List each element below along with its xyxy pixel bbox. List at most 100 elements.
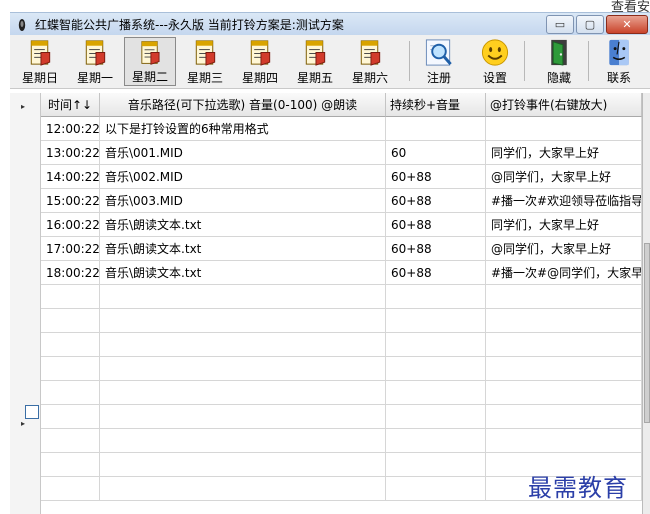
- empty-cell[interactable]: [386, 477, 486, 501]
- schedule-day-icon: [85, 40, 106, 66]
- settings-button[interactable]: 设置: [474, 37, 516, 86]
- table-cell[interactable]: 60+88: [386, 237, 486, 261]
- empty-cell[interactable]: [486, 357, 642, 381]
- exit-door-icon: [551, 39, 567, 66]
- empty-cell[interactable]: [100, 429, 386, 453]
- scrollbar-thumb[interactable]: [644, 243, 650, 423]
- table-cell[interactable]: [386, 117, 486, 141]
- row-pointer-icon: ▸: [21, 419, 26, 428]
- empty-cell[interactable]: [41, 453, 100, 477]
- empty-cell[interactable]: [41, 405, 100, 429]
- table-cell[interactable]: 音乐\朗读文本.txt: [100, 261, 386, 285]
- table-cell[interactable]: #播一次#欢迎领导莅临指导: [486, 189, 642, 213]
- empty-cell[interactable]: [100, 477, 386, 501]
- table-cell[interactable]: 12:00:22: [41, 117, 100, 141]
- empty-cell[interactable]: [100, 309, 386, 333]
- empty-cell[interactable]: [100, 357, 386, 381]
- table-cell[interactable]: 60: [386, 141, 486, 165]
- empty-cell[interactable]: [100, 333, 386, 357]
- table-cell[interactable]: 14:00:22: [41, 165, 100, 189]
- table-cell[interactable]: 15:00:22: [41, 189, 100, 213]
- table-cell[interactable]: 16:00:22: [41, 213, 100, 237]
- empty-cell[interactable]: [41, 357, 100, 381]
- table-cell[interactable]: 同学们，大家早上好: [486, 213, 642, 237]
- table-cell[interactable]: @同学们，大家早上好: [486, 237, 642, 261]
- smiley-settings-icon: [481, 39, 509, 66]
- table-cell[interactable]: 60+88: [386, 189, 486, 213]
- empty-cell[interactable]: [41, 285, 100, 309]
- table-cell[interactable]: 同学们，大家早上好: [486, 141, 642, 165]
- column-header[interactable]: 持续秒+音量: [386, 93, 486, 117]
- table-cell[interactable]: 60+88: [386, 213, 486, 237]
- empty-cell[interactable]: [41, 429, 100, 453]
- empty-cell[interactable]: [486, 381, 642, 405]
- day-label: 星期三: [186, 71, 223, 85]
- column-header[interactable]: 时间↑↓: [41, 93, 100, 117]
- table-cell[interactable]: @同学们，大家早上好: [486, 165, 642, 189]
- empty-cell[interactable]: [386, 333, 486, 357]
- settings-label: 设置: [482, 71, 507, 85]
- table-cell[interactable]: 音乐\朗读文本.txt: [100, 237, 386, 261]
- empty-cell[interactable]: [386, 285, 486, 309]
- empty-cell[interactable]: [386, 357, 486, 381]
- column-header[interactable]: 音乐路径(可下拉选歌) 音量(0-100) @朗读: [100, 93, 386, 117]
- empty-cell[interactable]: [486, 285, 642, 309]
- empty-cell[interactable]: [41, 381, 100, 405]
- empty-cell[interactable]: [386, 405, 486, 429]
- empty-cell[interactable]: [386, 429, 486, 453]
- toolbar-separator: [524, 41, 525, 81]
- empty-cell[interactable]: [100, 285, 386, 309]
- empty-cell[interactable]: [41, 477, 100, 501]
- hide-button[interactable]: 隐藏: [538, 37, 580, 86]
- day-button-0[interactable]: 星期日: [14, 37, 66, 86]
- hide-label: 隐藏: [546, 71, 571, 85]
- table-cell[interactable]: 音乐\003.MID: [100, 189, 386, 213]
- day-button-4[interactable]: 星期四: [234, 37, 286, 86]
- table-cell[interactable]: 以下是打铃设置的6种常用格式: [100, 117, 386, 141]
- empty-cell[interactable]: [386, 453, 486, 477]
- magnifier-register-icon: [425, 39, 452, 66]
- maximize-button[interactable]: ▢: [576, 15, 604, 34]
- empty-cell[interactable]: [100, 381, 386, 405]
- empty-cell[interactable]: [100, 453, 386, 477]
- toolbar-separator: [409, 41, 410, 81]
- schedule-day-icon: [195, 40, 216, 66]
- close-button[interactable]: ✕: [606, 15, 648, 34]
- app-icon: [18, 18, 26, 31]
- contact-button[interactable]: 联系: [598, 37, 640, 86]
- schedule-day-icon: [360, 40, 381, 66]
- table-cell[interactable]: 音乐\001.MID: [100, 141, 386, 165]
- empty-cell[interactable]: [41, 309, 100, 333]
- empty-cell[interactable]: [486, 333, 642, 357]
- empty-cell[interactable]: [100, 405, 386, 429]
- row-pointer-icon: ▸: [21, 102, 26, 111]
- table-cell[interactable]: 60+88: [386, 261, 486, 285]
- register-button[interactable]: 注册: [418, 37, 460, 86]
- empty-cell[interactable]: [486, 405, 642, 429]
- day-button-1[interactable]: 星期一: [69, 37, 121, 86]
- empty-cell[interactable]: [486, 429, 642, 453]
- table-cell[interactable]: 音乐\002.MID: [100, 165, 386, 189]
- table-cell[interactable]: #播一次#@同学们，大家早: [486, 261, 642, 285]
- day-button-5[interactable]: 星期五: [289, 37, 341, 86]
- table-cell[interactable]: 音乐\朗读文本.txt: [100, 213, 386, 237]
- cell-focus-box[interactable]: [25, 405, 39, 419]
- table-cell[interactable]: 13:00:22: [41, 141, 100, 165]
- window-title: 红蝶智能公共广播系统---永久版 当前打铃方案是:测试方案: [35, 18, 344, 32]
- table-cell[interactable]: 17:00:22: [41, 237, 100, 261]
- column-header[interactable]: @打铃事件(右键放大): [486, 93, 642, 117]
- day-button-6[interactable]: 星期六: [344, 37, 396, 86]
- table-cell[interactable]: 18:00:22: [41, 261, 100, 285]
- empty-cell[interactable]: [486, 309, 642, 333]
- minimize-button[interactable]: ▭: [546, 15, 574, 34]
- empty-cell[interactable]: [386, 381, 486, 405]
- day-button-2[interactable]: 星期二: [124, 37, 176, 86]
- empty-cell[interactable]: [41, 333, 100, 357]
- day-button-3[interactable]: 星期三: [179, 37, 231, 86]
- finder-contact-icon: [609, 39, 629, 66]
- table-cell[interactable]: 60+88: [386, 165, 486, 189]
- table-cell[interactable]: [486, 117, 642, 141]
- vertical-scrollbar[interactable]: [642, 93, 650, 514]
- register-label: 注册: [426, 71, 451, 85]
- empty-cell[interactable]: [386, 309, 486, 333]
